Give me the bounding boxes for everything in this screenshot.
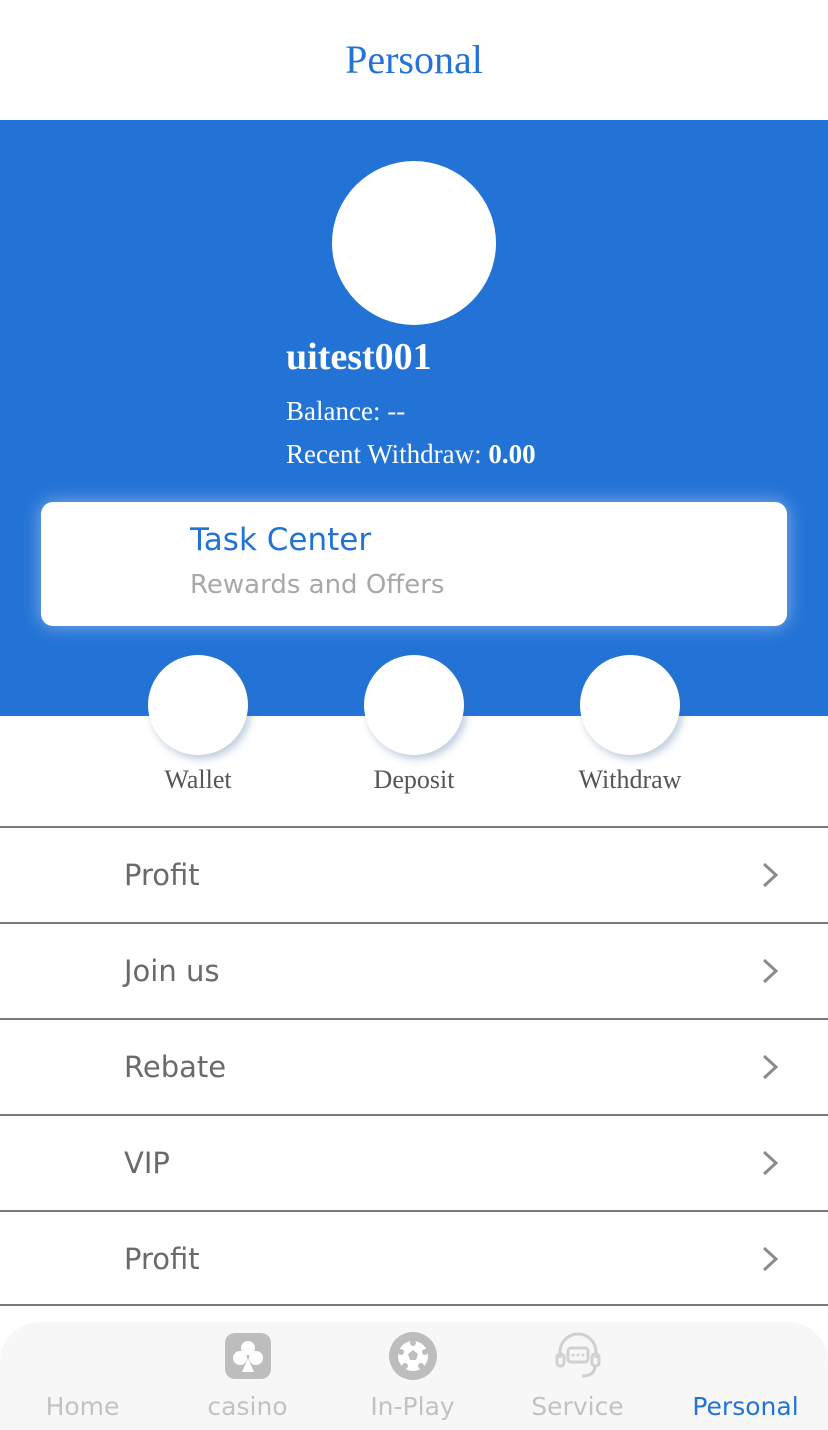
task-center-subtitle: Rewards and Offers — [190, 570, 445, 600]
task-center-title: Task Center — [190, 522, 372, 558]
username: uitest001 — [286, 336, 432, 378]
soccer-ball-icon — [389, 1332, 437, 1380]
tab-label: casino — [207, 1392, 288, 1421]
recent-withdraw-value: 0.00 — [488, 439, 536, 469]
menu-item-profit-2[interactable]: Profit — [0, 1210, 828, 1306]
chevron-right-icon — [762, 958, 779, 984]
task-center-card[interactable]: Task Center Rewards and Offers — [41, 502, 787, 626]
menu-item-label: Join us — [124, 954, 220, 988]
tab-in-play[interactable]: In-Play — [330, 1322, 495, 1430]
deposit-label: Deposit — [373, 765, 455, 794]
chevron-right-icon — [762, 1054, 779, 1080]
wallet-label: Wallet — [164, 765, 232, 794]
bottom-tab-bar: Home casino In-Play Service Personal — [0, 1322, 828, 1430]
tab-casino[interactable]: casino — [165, 1322, 330, 1430]
menu-list: Profit Join us Rebate VIP Profit — [0, 826, 828, 1306]
deposit-button[interactable] — [364, 655, 464, 755]
chevron-right-icon — [762, 1150, 779, 1176]
menu-item-label: Rebate — [124, 1050, 227, 1084]
recent-withdraw: Recent Withdraw: 0.00 — [286, 439, 536, 470]
tab-personal[interactable]: Personal — [663, 1322, 828, 1430]
tab-label: Service — [531, 1392, 624, 1421]
chevron-right-icon — [762, 862, 779, 888]
tab-label: Home — [45, 1392, 120, 1421]
tab-home[interactable]: Home — [0, 1322, 165, 1430]
top-bar: Personal — [0, 0, 828, 120]
withdraw-button[interactable] — [580, 655, 680, 755]
menu-item-label: Profit — [124, 1242, 200, 1276]
headset-chat-icon — [555, 1332, 601, 1378]
tab-label: In-Play — [370, 1392, 455, 1421]
chevron-right-icon — [762, 1246, 779, 1272]
balance-text: Balance: -- — [286, 396, 406, 426]
withdraw-label: Withdraw — [578, 765, 682, 794]
menu-item-label: Profit — [124, 858, 200, 892]
avatar[interactable] — [332, 161, 496, 325]
menu-item-rebate[interactable]: Rebate — [0, 1018, 828, 1114]
profile-header: uitest001 Balance: -- Recent Withdraw: 0… — [0, 120, 828, 716]
tab-service[interactable]: Service — [495, 1322, 660, 1430]
page-title: Personal — [345, 37, 483, 82]
tab-label: Personal — [692, 1392, 799, 1421]
menu-item-join-us[interactable]: Join us — [0, 922, 828, 1018]
casino-club-icon — [225, 1333, 271, 1379]
menu-item-profit[interactable]: Profit — [0, 826, 828, 922]
wallet-button[interactable] — [148, 655, 248, 755]
menu-item-label: VIP — [124, 1146, 170, 1180]
recent-withdraw-label: Recent Withdraw: — [286, 439, 489, 469]
menu-item-vip[interactable]: VIP — [0, 1114, 828, 1210]
